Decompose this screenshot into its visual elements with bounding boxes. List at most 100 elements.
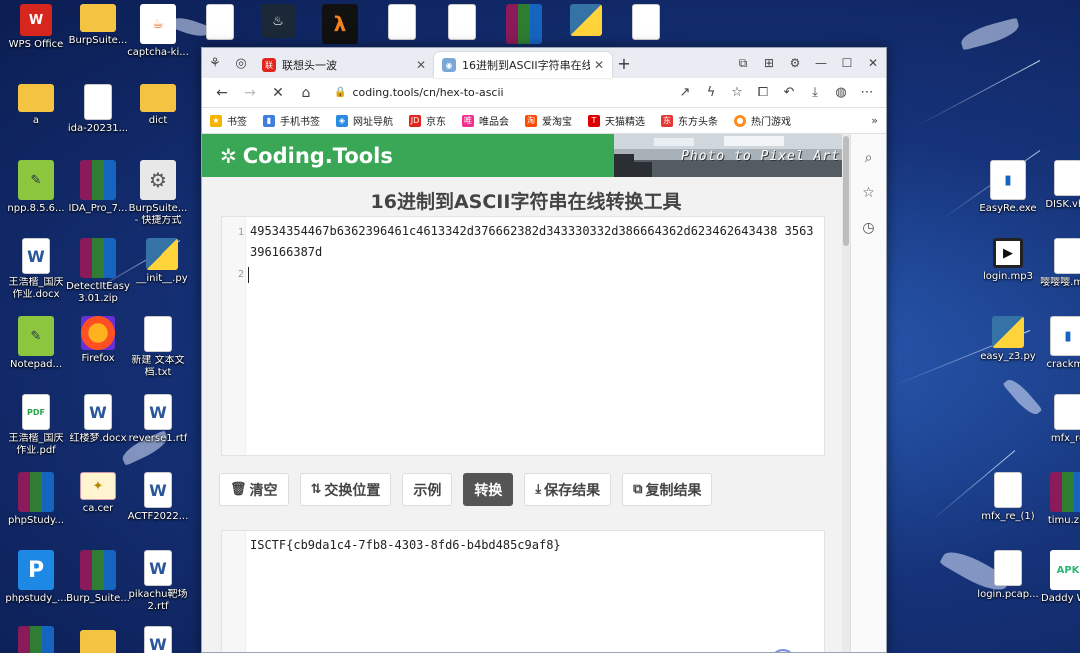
desktop-icon-init-py[interactable]: __init__.py [130,238,194,285]
desktop-icon-easyre[interactable]: ▮ EasyRe.exe [976,160,1040,215]
convert-button[interactable]: 转换 [463,473,514,506]
desktop-icon-mfx-re[interactable]: mfx_re [1036,394,1080,445]
hex-input-editor[interactable]: 1 49534354467b6362396461c4613342d3766623… [221,216,825,456]
undo-icon[interactable]: ↶ [776,85,802,100]
desktop-icon-crackme[interactable]: ▮ crackme [1036,316,1080,371]
desktop-icon-burpsuite-shortcut[interactable]: ⚙ BurpSuite... - 快捷方式 [126,160,190,227]
bookmark-item[interactable]: ◈ 网址导航 [336,113,393,128]
document-icon [632,4,660,40]
tab-actions-icon[interactable]: ⧉ [730,56,756,71]
desktop-icon-actf[interactable]: W ACTF2022... [126,472,190,523]
favorite-star-icon[interactable]: ☆ [724,85,750,100]
search-icon[interactable]: ⌕ [865,140,873,175]
browser-menu-icon[interactable]: ⚘ [202,48,228,78]
download-icon[interactable]: ⤓ [802,85,828,100]
desktop-icon-easy-z3[interactable]: easy_z3.py [976,316,1040,363]
tab-coding-tools[interactable]: ◉ 16进制到ASCII字符串在线转换 ✕ [434,52,612,78]
lightning-icon[interactable]: ϟ [698,85,724,100]
home-button[interactable]: ⌂ [292,85,320,101]
back-button[interactable]: ← [208,85,236,101]
desktop-icon-firefox[interactable]: Firefox [66,316,130,365]
desktop-icon-dict[interactable]: dict [126,84,190,127]
copy-result-button[interactable]: ⧉ 复制结果 [622,473,713,506]
new-tab-button[interactable]: + [612,54,636,73]
workspaces-icon[interactable]: ◎ [228,48,254,78]
more-bookmarks-button[interactable]: » [871,114,878,127]
desktop-icon-halflife[interactable]: λ [308,4,372,44]
clear-button[interactable]: 🗑 清空 [219,473,289,506]
pixel-art-banner[interactable]: Photo to Pixel Art [614,134,850,177]
scrollbar-thumb[interactable] [843,136,849,246]
desktop-icon-rar-bottom[interactable] [4,626,68,653]
ai-assistant-button[interactable]: Ai [770,649,796,652]
close-icon[interactable]: ✕ [594,58,604,72]
share-icon[interactable]: ↗ [672,85,698,100]
desktop-icon-wps[interactable]: W WPS Office [4,4,68,51]
desktop-icon-burp-rar[interactable]: Burp_Suite... [66,550,130,605]
ascii-output-editor[interactable]: ISCTF{cb9da1c4-7fb8-4303-8fd6-b4bd485c9a… [221,530,825,652]
bookmark-item[interactable]: ★ 书签 [210,113,247,128]
desktop-icon-detectiteasy[interactable]: DetectItEasy 3.01.zip [66,238,130,305]
desktop-icon-file[interactable] [188,4,252,40]
desktop-icon-reverse1[interactable]: W reverse1.rtf [126,394,190,445]
minimize-button[interactable]: — [808,56,834,70]
close-icon[interactable]: ✕ [416,58,426,72]
desktop-icon-notepad[interactable]: ✎ Notepad... [4,316,68,371]
desktop-icon-ida-pro[interactable]: IDA_Pro_7... [66,160,130,215]
bookmark-item[interactable]: 唯唯品会 [462,113,509,128]
desktop-icon-apk[interactable]: APK Daddy W... [1036,550,1080,605]
url-field[interactable]: 🔒 coding.tools/cn/hex-to-ascii [326,81,666,105]
site-logo[interactable]: Coding.Tools [243,144,393,168]
bookmark-item[interactable]: 淘爱淘宝 [525,113,572,128]
collections-icon[interactable]: ⊞ [756,56,782,70]
bookmark-item[interactable]: JD 京东 [409,113,446,128]
desktop-icon-homework-docx[interactable]: W 王浩楷_国庆 作业.docx [4,238,68,301]
desktop-icon-file-3[interactable] [430,4,494,40]
desktop-icon-phpstudy-rar[interactable]: phpStudy... [4,472,68,527]
extensions-puzzle-icon[interactable]: ⧠ [750,85,776,100]
bookmark-item[interactable]: 东东方头条 [661,113,718,128]
desktop-icon-pikachu[interactable]: W pikachu靶场 2.rtf [126,550,190,613]
desktop-icon-yingyingying[interactable]: 嘤嘤嘤.mp3 [1036,238,1080,289]
desktop-icon-mfx-re-1[interactable]: mfx_re_(1) [976,472,1040,523]
more-menu-icon[interactable]: ⋯ [854,85,880,100]
desktop-icon-burpsuite-folder[interactable]: BurpSuite... [66,4,130,47]
desktop-icon-phpstudy[interactable]: P phpstudy_... [4,550,68,605]
desktop-icon-npp[interactable]: ✎ npp.8.5.6... [4,160,68,215]
desktop-icon-word-bottom[interactable]: W [126,626,190,653]
close-window-button[interactable]: ✕ [860,56,886,70]
profile-avatar-icon[interactable]: ◍ [828,85,854,100]
extensions-icon[interactable]: ⚙ [782,56,808,70]
bookmark-item[interactable]: ▮ 手机书签 [263,113,320,128]
desktop-icon-file-4[interactable] [614,4,678,40]
desktop-icon-homework-pdf[interactable]: PDF 王浩楷_国庆 作业.pdf [4,394,68,457]
word-icon: W [144,394,172,430]
forward-button[interactable]: → [236,85,264,101]
tab-lenovo[interactable]: 联 联想头一波 ✕ [254,52,434,78]
desktop-icon-a[interactable]: a [4,84,68,127]
desktop-icon-honglou-docx[interactable]: W 红楼梦.docx [66,394,130,445]
bookmark-item[interactable]: ● 热门游戏 [734,113,791,128]
desktop-icon-timu-zip[interactable]: timu.zip [1036,472,1080,527]
example-button[interactable]: 示例 [402,473,453,506]
stop-loading-button[interactable]: ✕ [264,85,292,101]
desktop-icon-captcha[interactable]: ☕ captcha-ki... [126,4,190,59]
history-icon[interactable]: ◷ [862,210,874,245]
bookmark-item[interactable]: T 天猫精选 [588,113,645,128]
favorites-icon[interactable]: ☆ [862,175,875,210]
desktop-icon-ida[interactable]: ida-20231... [66,84,130,135]
desktop-icon-login-mp3[interactable]: ▶ login.mp3 [976,238,1040,283]
maximize-button[interactable]: ☐ [834,56,860,70]
desktop-icon-folder-bottom[interactable] [66,630,130,653]
desktop-icon-disk-vhd[interactable]: DISK.vhd [1036,160,1080,211]
desktop-icon-login-pcap[interactable]: login.pcap... [976,550,1040,601]
desktop-icon-file-2[interactable] [370,4,434,40]
desktop-icon-new-txt[interactable]: 新建 文本文 档.txt [126,316,190,379]
page-scrollbar[interactable] [842,134,850,652]
desktop-icon-winrar[interactable] [492,4,556,44]
desktop-icon-steam[interactable]: ♨ [246,4,310,38]
swap-button[interactable]: ⇅ 交换位置 [299,473,392,506]
save-result-button[interactable]: ⤓ 保存结果 [524,473,612,506]
desktop-icon-python[interactable] [554,4,618,36]
desktop-icon-ca-cer[interactable]: ✦ ca.cer [66,472,130,515]
